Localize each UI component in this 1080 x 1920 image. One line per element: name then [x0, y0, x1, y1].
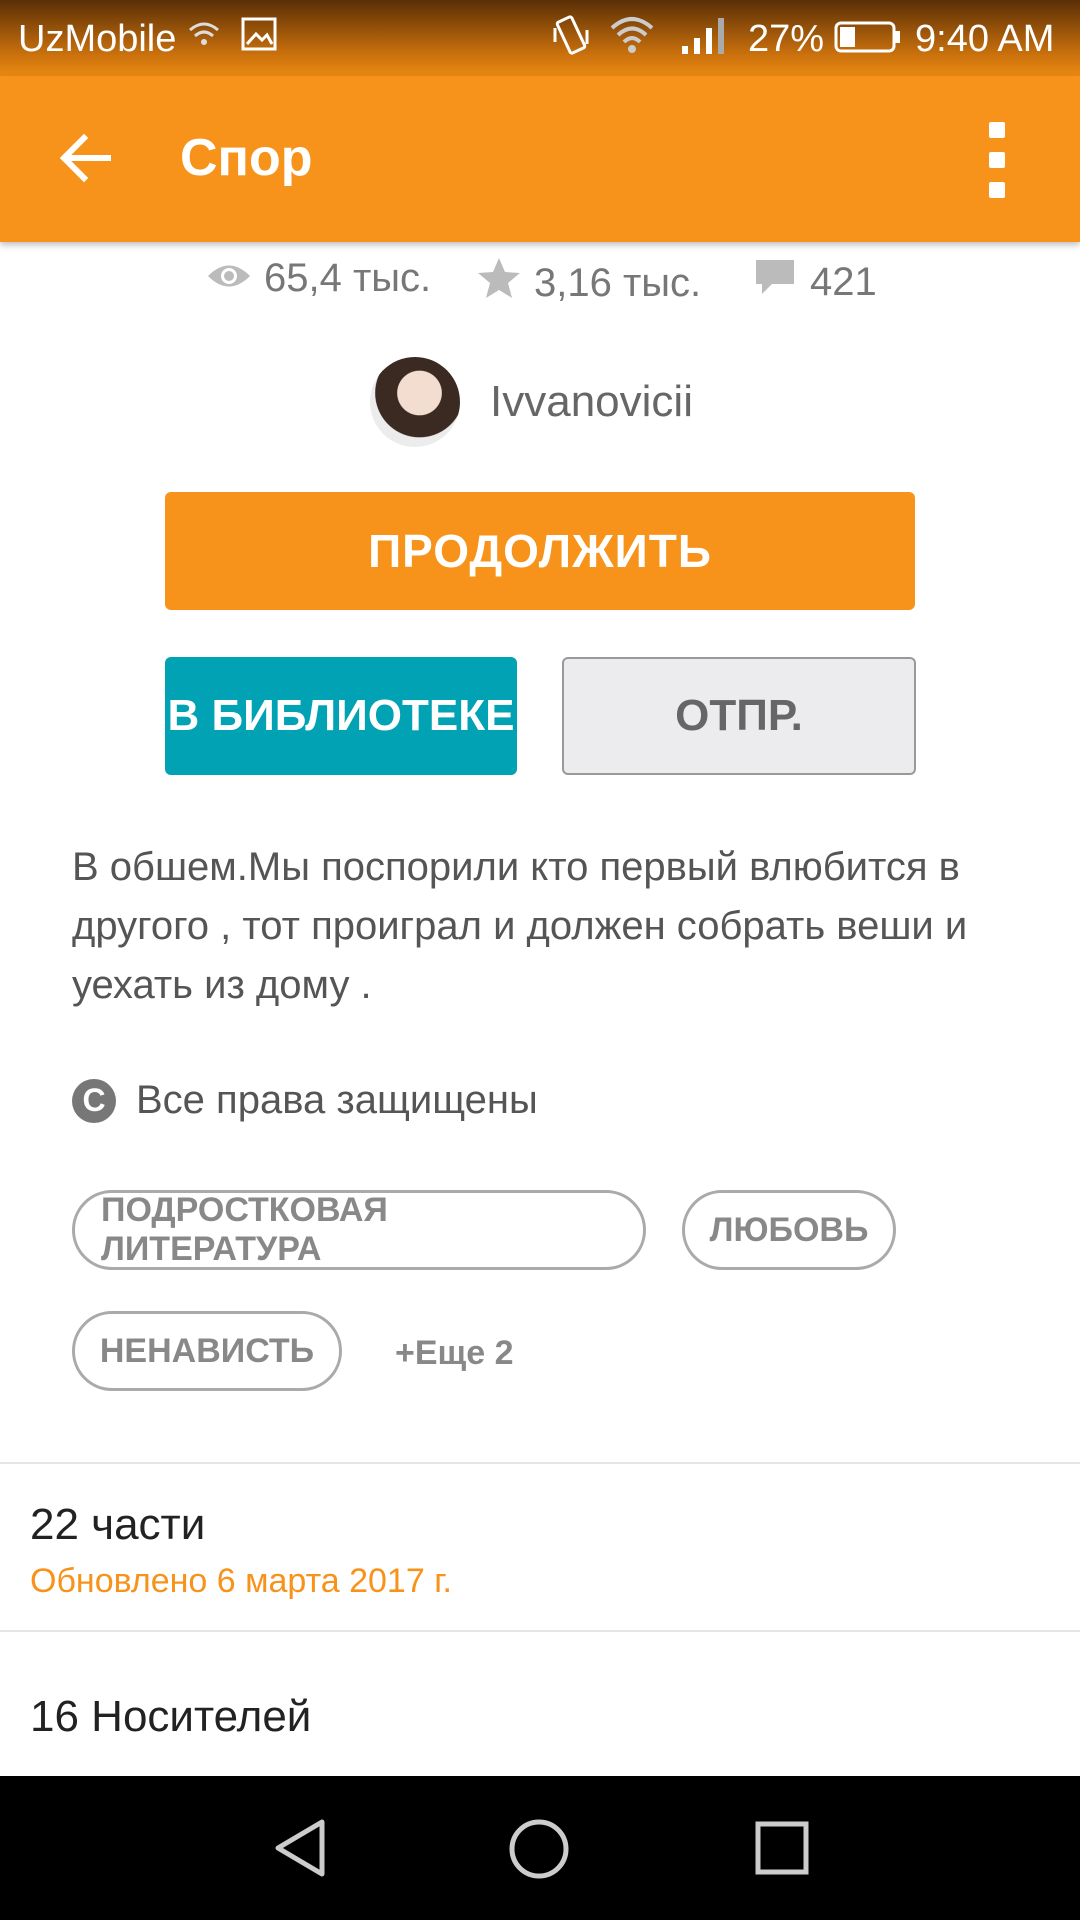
vibrate-icon — [552, 14, 590, 68]
signal-icon — [680, 14, 728, 66]
copyright: C Все права защищены — [72, 1078, 538, 1123]
system-nav-bar — [0, 1776, 1080, 1920]
star-icon — [476, 256, 522, 310]
copyright-icon: C — [72, 1078, 116, 1123]
updated-date: Обновлено 6 марта 2017 г. — [30, 1562, 452, 1600]
author[interactable]: Ivvanovicii — [370, 356, 693, 448]
tag-hate[interactable]: НЕНАВИСТЬ — [72, 1311, 342, 1391]
in-library-button[interactable]: В БИБЛИОТЕКЕ — [165, 657, 517, 775]
carrier-name: UzMobile — [18, 18, 177, 60]
wifi-calling-icon — [186, 14, 222, 64]
divider — [0, 1630, 1080, 1632]
tag-teen-fiction[interactable]: ПОДРОСТКОВАЯ ЛИТЕРАТУРА — [72, 1190, 646, 1270]
nav-recents-icon[interactable] — [754, 1820, 810, 1881]
story-stats: 65,4 тыс. 3,16 тыс. 421 — [0, 256, 1080, 312]
votes-stat: 3,16 тыс. — [476, 256, 701, 310]
avatar[interactable] — [370, 357, 460, 447]
comment-icon — [752, 256, 798, 308]
page-title: Спор — [180, 129, 313, 187]
carriers-count[interactable]: 16 Носителей — [30, 1692, 311, 1742]
votes-count: 3,16 тыс. — [534, 260, 702, 305]
battery-icon — [834, 20, 902, 64]
more-tags-link[interactable]: +Еще 2 — [395, 1334, 514, 1373]
reads-stat: 65,4 тыс. — [206, 256, 431, 301]
status-bar: UzMobile 27% 9:40 AM — [0, 0, 1080, 76]
copyright-label: Все права защищены — [136, 1078, 538, 1122]
author-name[interactable]: Ivvanovicii — [490, 377, 693, 427]
continue-reading-button[interactable]: ПРОДОЛЖИТЬ — [165, 492, 915, 610]
parts-count[interactable]: 22 части — [30, 1500, 205, 1550]
back-arrow-icon[interactable] — [56, 128, 116, 188]
reads-count: 65,4 тыс. — [264, 256, 432, 300]
app-bar: Спор — [0, 76, 1080, 242]
image-icon — [240, 14, 278, 64]
send-button[interactable]: ОТПР. — [562, 657, 916, 775]
eye-icon — [206, 256, 252, 301]
comments-stat: 421 — [752, 256, 877, 308]
nav-back-icon[interactable] — [272, 1818, 328, 1883]
clock: 9:40 AM — [915, 18, 1055, 60]
divider — [0, 1462, 1080, 1464]
comments-count: 421 — [810, 259, 877, 304]
nav-home-icon[interactable] — [508, 1818, 570, 1885]
wifi-icon — [608, 14, 656, 66]
story-description: В обшем.Мы поспорили кто первый влюбится… — [72, 845, 968, 1007]
battery-percent: 27% — [748, 18, 825, 60]
tag-love[interactable]: ЛЮБОВЬ — [682, 1190, 896, 1270]
more-options-icon[interactable] — [982, 122, 1012, 198]
